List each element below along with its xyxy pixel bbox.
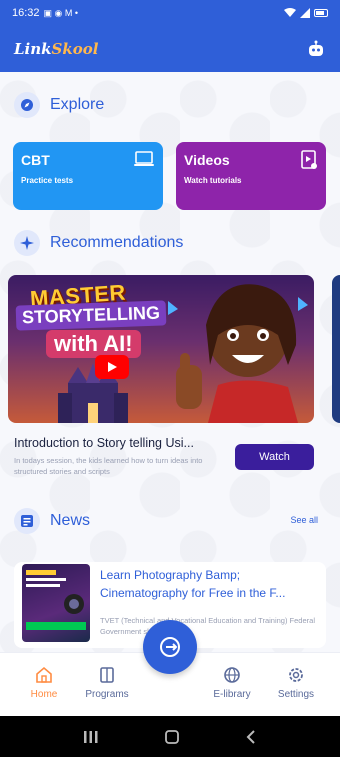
news-thumbnail <box>22 564 90 642</box>
nav-programs[interactable]: Programs <box>75 665 139 700</box>
explore-header: Explore <box>14 92 104 118</box>
system-navigation <box>0 716 340 757</box>
recents-icon[interactable] <box>83 730 99 744</box>
recommendations-header: Recommendations <box>14 230 183 256</box>
thumbnail-line-2: STORYTELLING <box>15 300 167 331</box>
signal-icon <box>300 8 310 18</box>
cbt-card[interactable]: CBT Practice tests <box>13 142 163 210</box>
logout-icon <box>160 637 180 657</box>
news-item-description: TVET (Technical and Vocational Education… <box>100 616 315 636</box>
home-button-icon[interactable] <box>164 729 180 745</box>
nav-home-label: Home <box>30 689 58 700</box>
cbt-card-subtitle: Practice tests <box>21 176 74 185</box>
gear-icon <box>289 668 303 682</box>
news-header: News <box>14 508 90 534</box>
explore-title: Explore <box>50 96 105 113</box>
news-title: News <box>50 512 91 529</box>
video-file-icon <box>301 150 317 169</box>
laptop-icon <box>134 151 154 166</box>
nav-settings[interactable]: Settings <box>264 665 328 700</box>
news-item-title: Learn Photography Bamp; Cinematography f… <box>100 568 286 600</box>
logo-part1: Link <box>14 40 52 58</box>
home-icon <box>36 666 52 683</box>
thumbnail-line-3: with AI! <box>46 330 141 358</box>
videos-card-subtitle: Watch tutorials <box>184 176 242 185</box>
next-video-peek[interactable] <box>332 275 340 423</box>
app-bar: LinkSkool <box>0 26 340 72</box>
main-content[interactable]: Explore CBT Practice tests Videos Watch … <box>0 72 340 652</box>
nav-settings-label: Settings <box>277 689 315 700</box>
nav-programs-label: Programs <box>85 689 129 700</box>
nav-elibrary-label: E-library <box>213 689 251 700</box>
nav-elibrary[interactable]: E-library <box>200 665 264 700</box>
book-icon <box>100 667 114 683</box>
character-illustration <box>168 284 308 423</box>
compass-icon <box>14 92 40 118</box>
news-icon <box>14 508 40 534</box>
status-time: 16:32 <box>12 7 40 19</box>
battery-icon <box>314 9 328 17</box>
globe-icon <box>224 667 240 683</box>
wifi-icon <box>284 8 296 17</box>
center-action-button[interactable] <box>143 620 197 674</box>
news-thumbnail-art <box>26 570 86 630</box>
sparkle-icon <box>14 230 40 256</box>
videos-card-title: Videos <box>184 152 230 168</box>
robot-icon[interactable] <box>306 39 326 59</box>
recommendations-title: Recommendations <box>50 234 184 251</box>
status-left: 16:32 ▣ ◉ M • <box>12 7 78 19</box>
app-logo: LinkSkool <box>14 40 98 58</box>
status-right <box>284 8 328 18</box>
video-thumbnail[interactable]: MASTER STORYTELLING with AI! <box>8 275 314 423</box>
nav-home[interactable]: Home <box>12 665 76 700</box>
see-all-link[interactable]: See all <box>290 515 318 525</box>
castle-illustration <box>58 363 128 423</box>
videos-card[interactable]: Videos Watch tutorials <box>176 142 326 210</box>
watch-button[interactable]: Watch <box>235 444 314 470</box>
play-icon[interactable] <box>95 355 129 379</box>
video-description: In todays session, the kids learned how … <box>14 456 203 476</box>
status-bar: 16:32 ▣ ◉ M • <box>0 0 340 26</box>
notification-icons: ▣ ◉ M • <box>43 7 79 18</box>
logo-part2: Skool <box>51 40 99 58</box>
video-title: Introduction to Story telling Usi... <box>14 436 194 450</box>
back-icon[interactable] <box>245 729 257 745</box>
